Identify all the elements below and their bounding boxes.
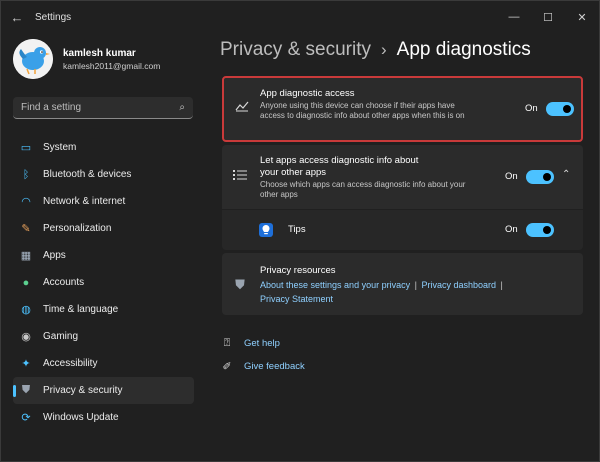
list-icon [232,169,248,184]
privacy-statement-link[interactable]: Privacy Statement [260,294,333,304]
feedback-icon: ✐ [222,361,232,373]
tips-state: On [505,224,518,235]
app-diagnostic-access-card: App diagnostic access Anyone using this … [222,76,583,142]
close-button[interactable]: ✕ [565,1,599,33]
let-apps-access-card[interactable]: Let apps access diagnostic info about yo… [222,145,583,209]
sidebar-item-apps[interactable]: ▦ Apps [13,242,194,269]
let-apps-access-description: Choose which apps can access diagnostic … [260,180,466,199]
update-icon: ⟳ [21,412,31,424]
privacy-resources-card: ⛊ Privacy resources About these settings… [222,253,583,315]
accounts-icon: ● [22,276,30,289]
sidebar-item-windows-update[interactable]: ⟳ Windows Update [13,404,194,431]
sidebar-item-bluetooth[interactable]: ᛒ Bluetooth & devices [13,161,194,188]
app-title: Settings [35,11,72,23]
let-apps-access-toggle[interactable] [526,170,554,184]
sidebar-item-label: Network & internet [43,196,126,207]
window-controls: — ☐ ✕ [497,1,599,33]
let-apps-access-state: On [505,171,518,182]
sidebar-item-label: Privacy & security [43,385,123,396]
minimize-icon: — [508,11,520,23]
about-settings-link[interactable]: About these settings and your privacy [260,280,410,290]
app-diagnostic-access-toggle[interactable] [546,102,574,116]
privacy-dashboard-link[interactable]: Privacy dashboard [421,280,496,290]
breadcrumb-parent[interactable]: Privacy & security [220,39,371,61]
back-arrow-icon: ← [10,9,24,25]
bluetooth-icon: ᛒ [22,168,30,181]
back-button[interactable]: ← [1,1,33,33]
tips-toggle[interactable] [526,223,554,237]
maximize-button[interactable]: ☐ [531,1,565,33]
apps-icon: ▦ [20,250,32,262]
tips-card: Tips On [222,210,583,250]
privacy-resources-links: About these settings and your privacy | … [260,278,575,306]
privacy-resources-title: Privacy resources [260,265,336,276]
title-bar: ← Settings — ☐ ✕ [1,1,599,33]
sidebar-item-gaming[interactable]: ◉ Gaming [13,323,194,350]
wifi-icon: ◠ [21,196,31,208]
brush-icon: ✎ [21,223,31,235]
shield-icon: ⛊ [21,384,31,396]
chevron-up-icon[interactable]: ⌃ [562,169,570,180]
sidebar-item-label: Apps [43,250,66,261]
app-diagnostic-access-state: On [525,103,538,114]
controller-icon: ◉ [21,331,31,343]
sidebar-item-label: Accounts [43,277,85,288]
sidebar-item-time-language[interactable]: ◍ Time & language [13,296,194,323]
close-icon: ✕ [577,11,587,24]
sidebar-item-label: Windows Update [43,412,119,423]
search-icon[interactable]: ⌕ [179,102,185,113]
sidebar-item-label: Accessibility [43,358,98,369]
bird-avatar-icon [13,39,53,79]
search-box: ⌕ [13,97,193,119]
profile-email: kamlesh2011@gmail.com [63,60,161,71]
settings-window: ← Settings — ☐ ✕ kamlesh kumar kamlesh20 [0,0,600,462]
maximize-icon: ☐ [543,11,553,24]
sidebar-item-label: Gaming [43,331,79,342]
sidebar-item-network[interactable]: ◠ Network & internet [13,188,194,215]
link-separator: | [500,280,503,290]
shield-icon: ⛊ [235,277,245,292]
let-apps-access-title: Let apps access diagnostic info about yo… [260,155,419,178]
minimize-button[interactable]: — [497,1,531,33]
diagnostic-chart-icon [234,100,250,115]
sidebar-item-accounts[interactable]: ● Accounts [13,269,194,296]
sidebar-item-label: Time & language [43,304,119,315]
tips-title: Tips [288,224,306,235]
sidebar-item-label: System [43,142,77,153]
give-feedback-link[interactable]: Give feedback [244,361,305,372]
sidebar-item-label: Bluetooth & devices [43,169,132,180]
profile-name: kamlesh kumar [63,47,136,59]
give-feedback-row[interactable]: ✐ Give feedback [220,360,305,373]
breadcrumb: Privacy & security › App diagnostics [220,39,531,61]
accessibility-icon: ✦ [21,358,31,370]
get-help-row[interactable]: ⍰ Get help [220,337,280,350]
sidebar-item-system[interactable]: ▭ System [13,134,194,161]
help-icon: ⍰ [223,337,231,349]
sidebar-item-privacy-security[interactable]: ⛊ Privacy & security [13,377,194,404]
tips-icon [259,223,273,237]
breadcrumb-separator: › [380,40,387,59]
sidebar-item-accessibility[interactable]: ✦ Accessibility [13,350,194,377]
get-help-link[interactable]: Get help [244,338,280,349]
search-input[interactable] [21,102,180,113]
app-diagnostic-access-title: App diagnostic access [260,88,355,99]
app-diagnostic-access-description: Anyone using this device can choose if t… [260,101,465,120]
page-title: App diagnostics [396,39,531,60]
user-profile[interactable]: kamlesh kumar kamlesh2011@gmail.com [13,39,160,79]
system-icon: ▭ [20,142,32,154]
globe-clock-icon: ◍ [21,304,31,316]
sidebar-item-label: Personalization [43,223,112,234]
sidebar-nav: ▭ System ᛒ Bluetooth & devices ◠ Network… [13,134,194,431]
avatar [13,39,53,79]
sidebar-item-personalization[interactable]: ✎ Personalization [13,215,194,242]
link-separator: | [414,280,417,290]
